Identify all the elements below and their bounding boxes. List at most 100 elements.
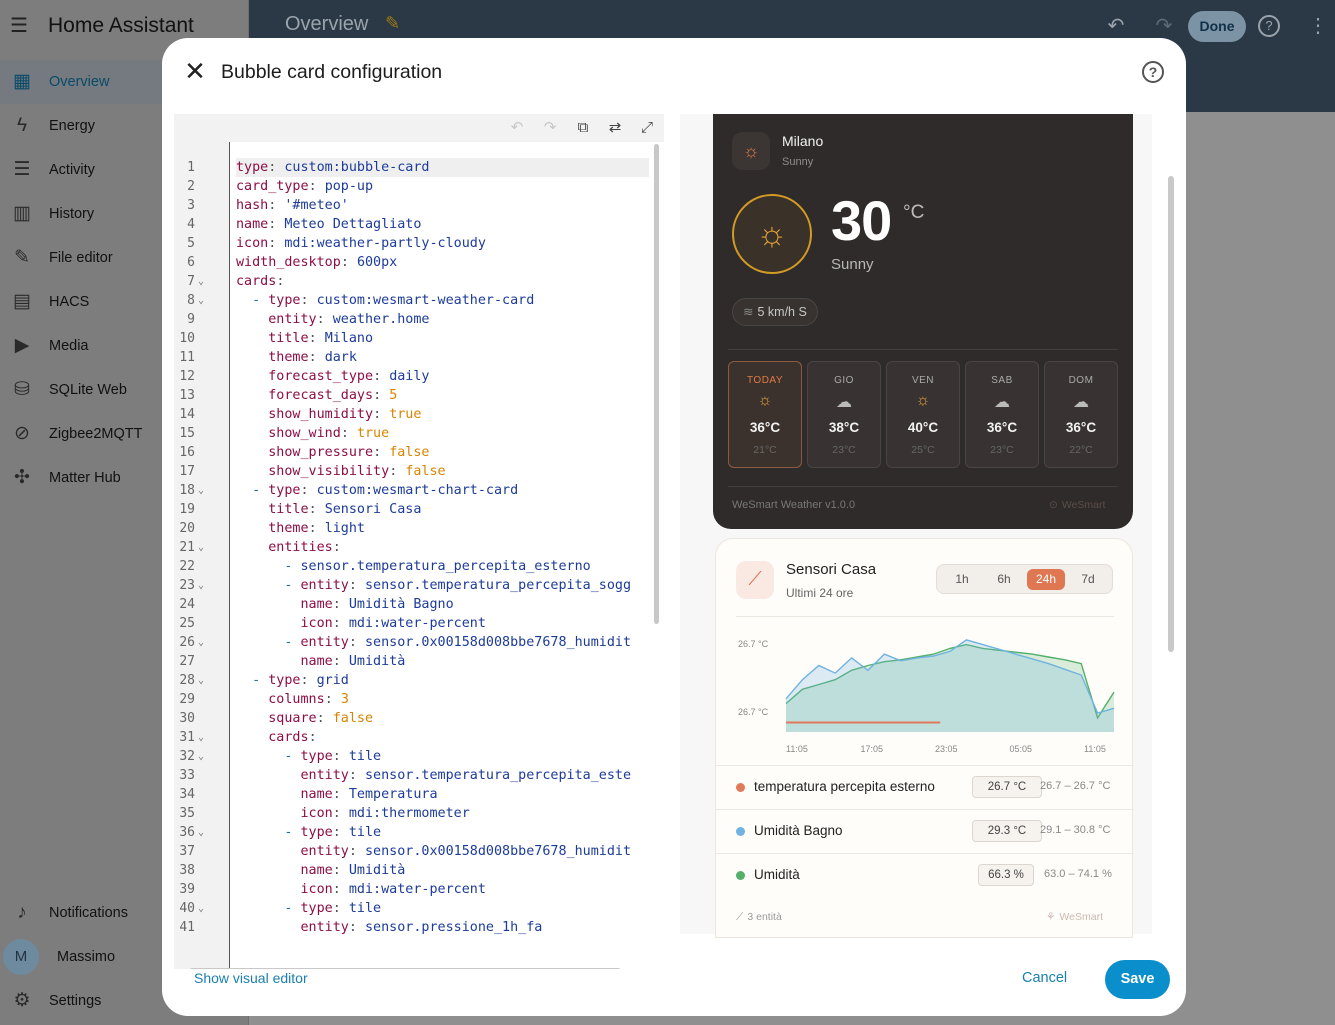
bell-icon: ♪ (17, 902, 27, 923)
tab-24h[interactable]: 24h (1027, 569, 1065, 590)
line-number: 23 (179, 578, 195, 593)
fold-chevron-icon[interactable]: ⌄ (198, 291, 204, 310)
forecast-high: 36°C (1065, 420, 1097, 435)
wind-badge: ≋ 5 km/h S (732, 298, 818, 326)
fullscreen-icon[interactable]: ⤢ (637, 118, 657, 138)
weather-city: Milano (782, 133, 824, 149)
line-number: 21 (179, 540, 195, 555)
vertical-scrollbar[interactable] (654, 144, 659, 624)
code-token: weather.home (332, 312, 430, 327)
code-token: type (268, 293, 301, 308)
sidebar-item-label: Massimo (57, 949, 116, 965)
done-button[interactable]: Done (1188, 11, 1246, 42)
code-text: width_desktop: 600px (236, 253, 397, 272)
code-token: : (389, 464, 406, 479)
undo-icon[interactable]: ↶ (507, 118, 527, 138)
help-icon[interactable]: ? (1142, 61, 1164, 83)
undo-icon[interactable]: ↶ (1104, 14, 1128, 38)
code-text: - type: tile (236, 747, 381, 766)
line-number: 16 (179, 445, 195, 460)
code-line: 22 - sensor.temperatura_percepita_estern… (174, 557, 664, 576)
code-token: entity (300, 844, 349, 859)
code-token: sensor.temperatura_percepita_sogg (365, 578, 632, 593)
code-line: 9 entity: weather.home (174, 310, 664, 329)
code-token: : (300, 673, 317, 688)
line-number: 17 (179, 464, 195, 479)
horizontal-scrollbar[interactable] (189, 968, 621, 969)
entity-row[interactable]: Umidità 66.3 % 63.0 – 74.1 % (716, 853, 1134, 897)
fold-chevron-icon[interactable]: ⌄ (198, 728, 204, 747)
redo-icon[interactable]: ↷ (540, 118, 560, 138)
redo-icon[interactable]: ↷ (1152, 14, 1176, 38)
fold-chevron-icon[interactable]: ⌄ (198, 481, 204, 500)
save-button[interactable]: Save (1105, 960, 1170, 999)
database-icon: ⛁ (14, 379, 30, 400)
sidebar-item-label: Media (49, 338, 89, 354)
search-replace-icon[interactable]: ⇄ (605, 118, 625, 138)
fold-chevron-icon[interactable]: ⌄ (198, 823, 204, 842)
code-token: icon (300, 806, 333, 821)
more-vert-icon[interactable]: ⋮ (1306, 14, 1330, 38)
code-line: 24 name: Umidità Bagno (174, 595, 664, 614)
forecast-day: TODAY ☼ 36°C 21°C (728, 361, 802, 468)
code-token: 5 (389, 388, 398, 403)
tab-7d[interactable]: 7d (1069, 569, 1107, 590)
line-number: 31 (179, 730, 195, 745)
cloud-icon: ☁ (836, 394, 852, 411)
entity-value: 29.3 °C (972, 820, 1042, 842)
yaml-editor[interactable]: ↶ ↷ ⧉ ⇄ ⤢ 1 type: custom:bubble-card 2 card… (174, 114, 664, 969)
x-tick-label: 05:05 (1010, 744, 1033, 754)
menu-icon[interactable]: ☰ (10, 16, 32, 36)
fold-chevron-icon[interactable]: ⌄ (198, 272, 204, 291)
code-token: cards (236, 274, 277, 289)
code-token: : (348, 578, 365, 593)
forecast-low: 23°C (990, 444, 1014, 456)
code-line: 11 theme: dark (174, 348, 664, 367)
pencil-icon[interactable]: ✎ (385, 13, 400, 34)
line-number: 19 (179, 502, 195, 517)
code-token: : (340, 426, 357, 441)
code-token: Temperatura (348, 787, 438, 802)
code-token: daily (389, 369, 430, 384)
fold-chevron-icon[interactable]: ⌄ (198, 747, 204, 766)
help-icon[interactable]: ? (1258, 15, 1280, 37)
code-token: type (300, 825, 333, 840)
close-icon[interactable]: ✕ (182, 58, 208, 84)
temperature-unit: °C (903, 202, 925, 223)
code-line: 26 ⌄ - entity: sensor.0x00158d008bbe7678_… (174, 633, 664, 652)
code-token: : (276, 274, 285, 289)
line-number: 30 (179, 711, 195, 726)
code-line: 29 columns: 3 (174, 690, 664, 709)
fold-chevron-icon[interactable]: ⌄ (198, 899, 204, 918)
cancel-button[interactable]: Cancel (1022, 970, 1067, 986)
code-line: 5 icon: mdi:weather-partly-cloudy (174, 234, 664, 253)
tab-6h[interactable]: 6h (985, 569, 1023, 590)
app-title: Home Assistant (48, 14, 194, 37)
fold-chevron-icon[interactable]: ⌄ (198, 671, 204, 690)
line-number: 32 (179, 749, 195, 764)
preview-scrollbar[interactable] (1168, 176, 1174, 652)
show-visual-editor-button[interactable]: Show visual editor (194, 970, 308, 986)
tab-1h[interactable]: 1h (943, 569, 981, 590)
sidebar-item-label: Zigbee2MQTT (49, 426, 143, 442)
fold-chevron-icon[interactable]: ⌄ (198, 576, 204, 595)
cloud-icon: ☁ (1073, 394, 1089, 411)
sidebar-item-label: SQLite Web (49, 382, 127, 398)
fold-chevron-icon[interactable]: ⌄ (198, 633, 204, 652)
line-number: 18 (179, 483, 195, 498)
code-token: : (332, 863, 349, 878)
code-line: 12 forecast_type: daily (174, 367, 664, 386)
code-token: entity (300, 768, 349, 783)
code-token: theme (268, 350, 309, 365)
fold-chevron-icon[interactable]: ⌄ (198, 538, 204, 557)
entity-row[interactable]: temperatura percepita esterno 26.7 °C 26.7… (716, 765, 1134, 809)
line-number: 14 (179, 407, 195, 422)
entity-row[interactable]: Umidità Bagno 29.3 °C 29.1 – 30.8 °C (716, 809, 1134, 853)
copy-icon[interactable]: ⧉ (573, 118, 593, 138)
code-text: entity: sensor.0x00158d008bbe7678_humidi… (236, 842, 632, 861)
